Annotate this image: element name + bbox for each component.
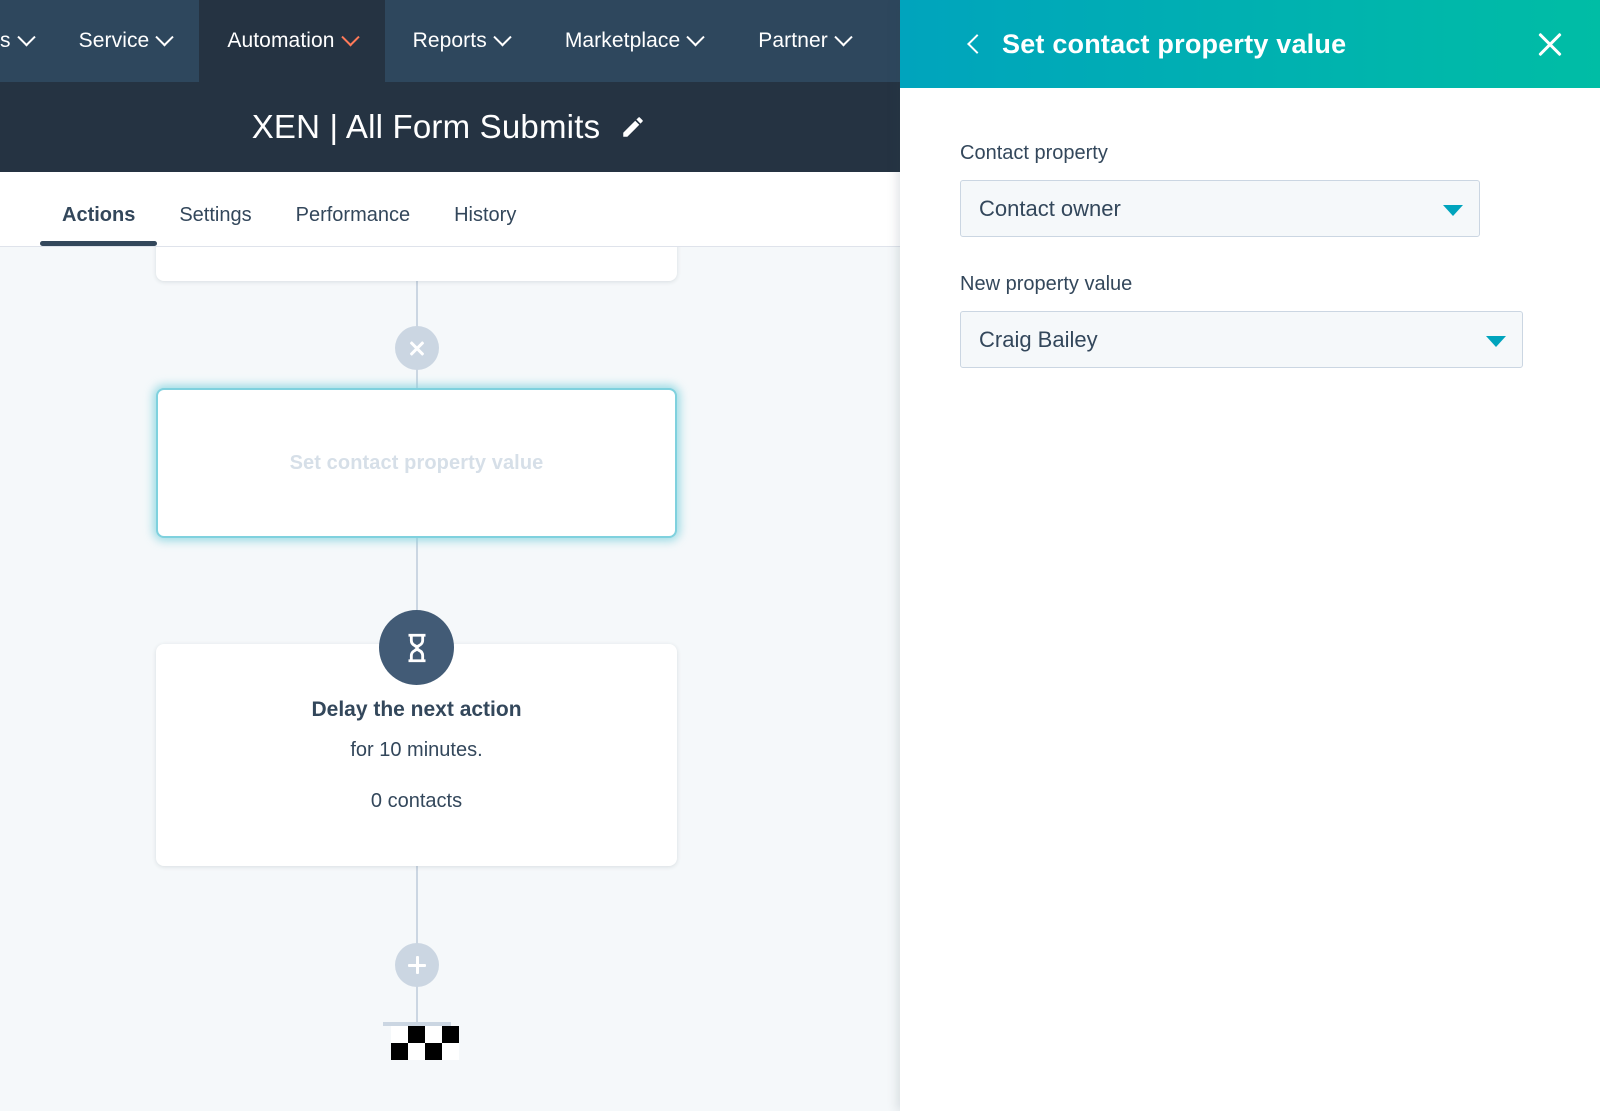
field-new-property-value: New property value Craig Bailey xyxy=(960,273,1540,368)
nav-item-label: Partner xyxy=(758,29,828,53)
field-label: Contact property xyxy=(960,142,1540,165)
tab-label: Settings xyxy=(179,204,251,226)
field-label: New property value xyxy=(960,273,1540,296)
plus-icon xyxy=(408,956,426,974)
workflow-title-bar: XEN | All Form Submits xyxy=(0,82,900,172)
tab-history[interactable]: History xyxy=(432,204,538,246)
select-value: Contact owner xyxy=(979,196,1121,222)
tab-label: History xyxy=(454,204,516,226)
nav-item-label: s xyxy=(0,29,11,53)
nav-item-label: Service xyxy=(79,29,150,53)
delay-card-contact-count: 0 contacts xyxy=(371,790,462,813)
nav-item-partner[interactable]: Partner xyxy=(730,0,878,82)
delete-step-button[interactable] xyxy=(395,326,439,370)
workflow-editor-app: s Service Automation Reports Marketplace xyxy=(0,0,1600,1111)
panel-header: Set contact property value xyxy=(900,0,1600,88)
workflow-canvas[interactable]: Set contact property value Delay the nex… xyxy=(0,247,900,1111)
tab-actions[interactable]: Actions xyxy=(40,204,157,246)
tab-label: Actions xyxy=(62,204,135,226)
chevron-down-icon xyxy=(493,28,511,46)
chevron-down-icon xyxy=(156,28,174,46)
contact-property-select[interactable]: Contact owner xyxy=(960,180,1480,237)
chevron-down-icon xyxy=(687,28,705,46)
workflow-end-flag xyxy=(383,1022,451,1060)
nav-item-marketplace[interactable]: Marketplace xyxy=(537,0,730,82)
pencil-icon xyxy=(620,114,646,140)
hourglass-icon xyxy=(400,631,434,665)
delay-card-subtitle: for 10 minutes. xyxy=(350,739,482,762)
new-property-value-select[interactable]: Craig Bailey xyxy=(960,311,1523,368)
chevron-down-icon xyxy=(17,28,35,46)
top-navigation-bar: s Service Automation Reports Marketplace xyxy=(0,0,900,82)
tab-settings[interactable]: Settings xyxy=(157,204,273,246)
panel-body: Contact property Contact owner New prope… xyxy=(900,88,1600,1111)
edit-workflow-name-button[interactable] xyxy=(618,112,648,142)
nav-item-label: Reports xyxy=(413,29,487,53)
caret-down-icon xyxy=(1486,336,1506,347)
chevron-left-icon xyxy=(967,34,987,54)
delay-icon-badge xyxy=(379,610,454,685)
action-card-label: Set contact property value xyxy=(290,452,544,475)
chevron-down-icon xyxy=(341,28,359,46)
tab-label: Performance xyxy=(296,204,411,226)
nav-item-service[interactable]: Service xyxy=(51,0,200,82)
add-step-button[interactable] xyxy=(395,943,439,987)
workflow-action-card-partial[interactable] xyxy=(156,247,677,281)
panel-back-button[interactable] xyxy=(960,30,988,58)
panel-title: Set contact property value xyxy=(1002,29,1533,60)
checkered-flag-icon xyxy=(391,1026,459,1060)
nav-item-label: Marketplace xyxy=(565,29,680,53)
close-icon xyxy=(408,339,426,357)
caret-down-icon xyxy=(1443,205,1463,216)
action-settings-panel: Set contact property value Contact prope… xyxy=(900,0,1600,1111)
nav-item-label: Automation xyxy=(227,29,334,53)
workflow-main-region: s Service Automation Reports Marketplace xyxy=(0,0,900,1111)
nav-item-reports[interactable]: Reports xyxy=(385,0,537,82)
tab-performance[interactable]: Performance xyxy=(274,204,433,246)
workflow-action-card-selected[interactable]: Set contact property value xyxy=(156,388,677,538)
field-contact-property: Contact property Contact owner xyxy=(960,142,1540,237)
select-value: Craig Bailey xyxy=(979,327,1098,353)
delay-card-title: Delay the next action xyxy=(311,698,521,722)
workflow-tabs: Actions Settings Performance History xyxy=(0,172,900,247)
nav-item-automation[interactable]: Automation xyxy=(199,0,384,82)
panel-close-button[interactable] xyxy=(1533,27,1567,61)
nav-item-truncated[interactable]: s xyxy=(0,0,51,82)
page-title: XEN | All Form Submits xyxy=(252,108,601,146)
chevron-down-icon xyxy=(834,28,852,46)
